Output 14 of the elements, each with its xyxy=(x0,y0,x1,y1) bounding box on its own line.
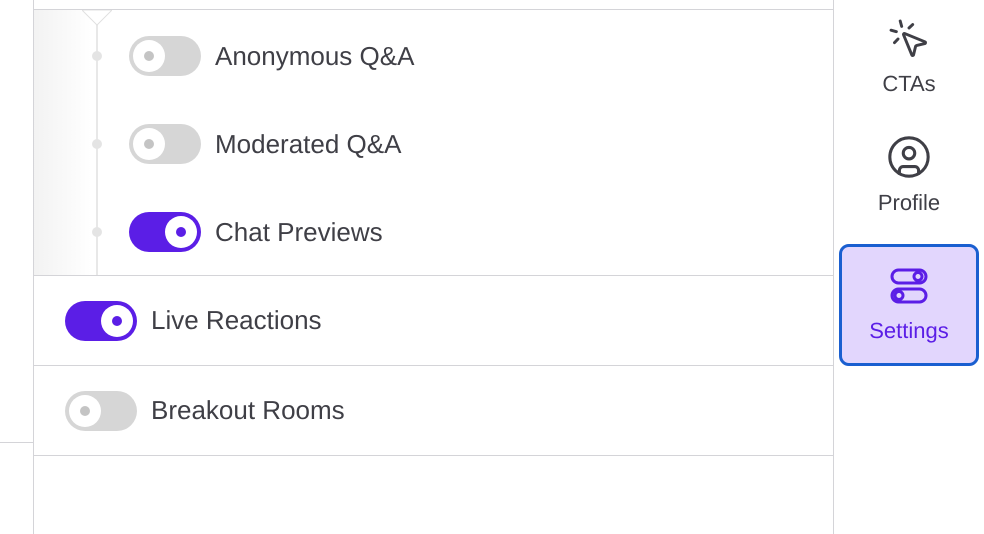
toggle-label: Moderated Q&A xyxy=(215,128,402,160)
toggle-switch[interactable] xyxy=(129,212,201,252)
sidebar-item[interactable]: CTAs xyxy=(839,8,979,108)
profile-icon xyxy=(886,134,932,180)
toggle-switch[interactable] xyxy=(65,390,137,430)
sidebar-item[interactable]: Settings xyxy=(839,244,979,366)
toggle-label: Breakout Rooms xyxy=(151,394,345,427)
toggle-label: Live Reactions xyxy=(151,304,322,337)
toggle-label: Anonymous Q&A xyxy=(215,40,414,72)
toggle-switch[interactable] xyxy=(129,36,201,76)
toggle-switch[interactable] xyxy=(65,300,137,340)
toggle-switch[interactable] xyxy=(129,124,201,164)
sidebar-item[interactable]: Profile xyxy=(839,126,979,226)
toggle-label: Chat Previews xyxy=(215,216,383,248)
